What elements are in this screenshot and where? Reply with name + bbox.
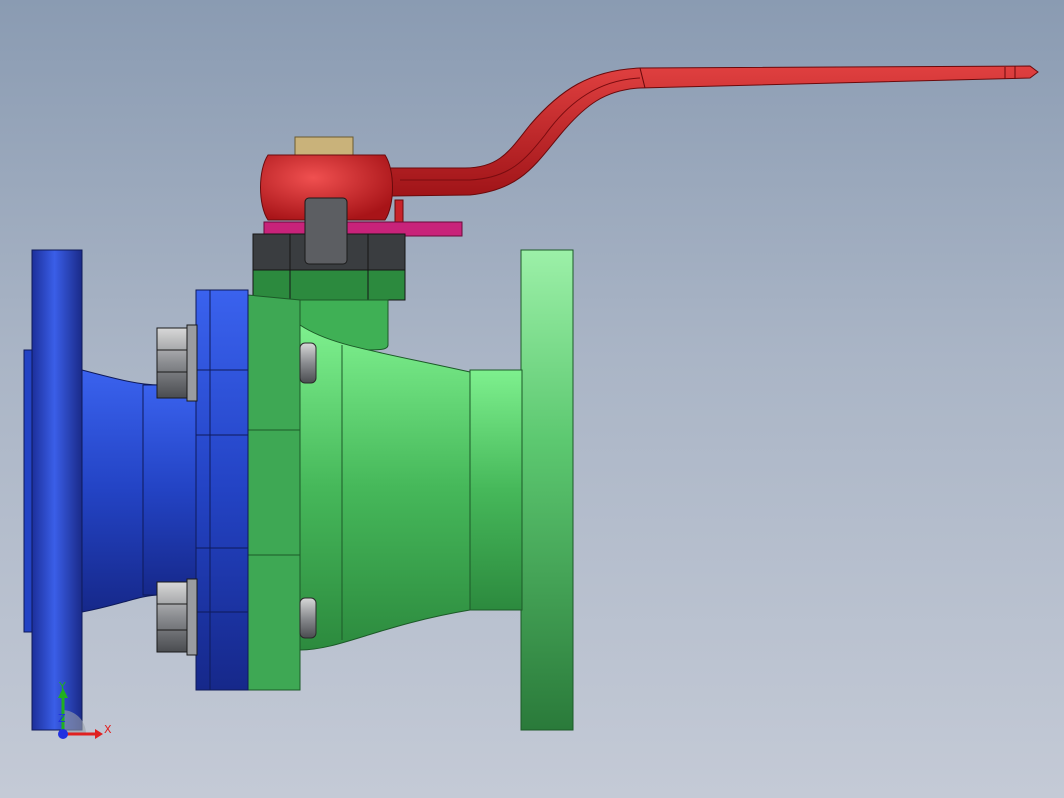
inlet-flange[interactable]	[23, 249, 249, 731]
stem-nut[interactable]	[294, 136, 354, 156]
valve-model-view[interactable]: Y X Z	[0, 0, 1064, 798]
graphics-viewport[interactable]: Y X Z	[0, 0, 1064, 798]
lever-handle[interactable]	[387, 65, 1039, 197]
triad-y-label: Y	[58, 680, 66, 693]
triad-z-origin	[58, 729, 68, 739]
triad-x-arrow	[95, 729, 103, 739]
outlet-flange[interactable]	[520, 249, 574, 731]
triad-z-label: Z	[58, 712, 66, 725]
valve-stem	[304, 197, 348, 265]
triad-x-label: X	[104, 723, 112, 736]
valve-body[interactable]	[247, 294, 523, 691]
